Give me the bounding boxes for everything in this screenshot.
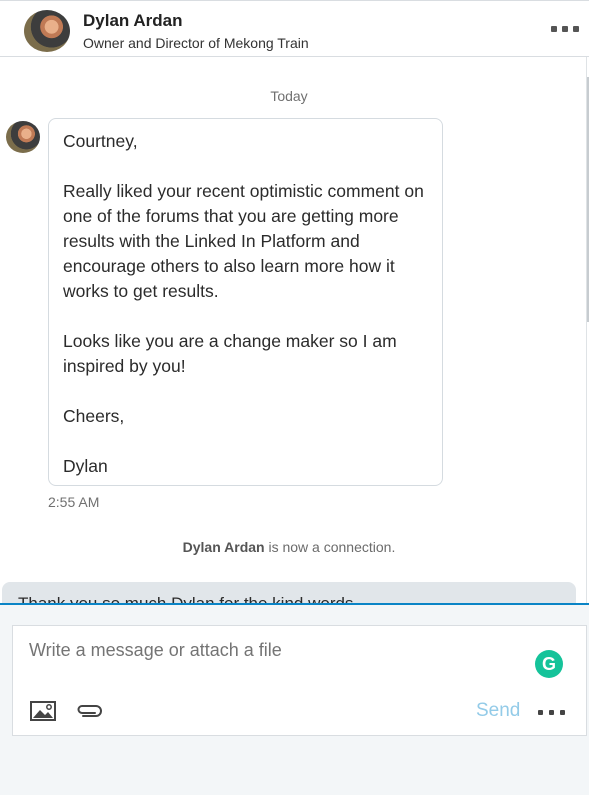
day-divider: Today bbox=[270, 88, 308, 104]
connection-notice: Dylan Ardan is now a connection. bbox=[0, 539, 578, 555]
message-paragraph: Looks like you are a change maker so I a… bbox=[63, 331, 397, 376]
connection-text: is now a connection. bbox=[264, 539, 396, 555]
composer-more-button[interactable] bbox=[538, 708, 565, 716]
more-dot bbox=[560, 709, 565, 715]
message-paragraph: Dylan bbox=[63, 456, 108, 476]
more-dot bbox=[551, 26, 557, 32]
grammarly-icon[interactable]: G bbox=[535, 650, 563, 678]
connection-name[interactable]: Dylan Ardan bbox=[183, 539, 265, 555]
more-dot bbox=[549, 709, 554, 715]
image-icon[interactable] bbox=[30, 700, 56, 722]
more-options-button[interactable] bbox=[551, 19, 579, 39]
message-thread[interactable]: Today Courtney, Really liked your recent… bbox=[0, 57, 586, 603]
message-input[interactable]: Write a message or attach a file bbox=[29, 640, 282, 661]
reply-text: Thank you so much Dylan for the kind wor… bbox=[18, 594, 368, 603]
reply-bubble: Thank you so much Dylan for the kind wor… bbox=[2, 582, 576, 603]
message-paragraph: Cheers, bbox=[63, 406, 125, 426]
message-timestamp: 2:55 AM bbox=[48, 494, 100, 510]
message-composer: Write a message or attach a file G Send bbox=[12, 625, 587, 736]
message-paragraph: Courtney, bbox=[63, 131, 138, 151]
conversation-header: Dylan Ardan Owner and Director of Mekong… bbox=[0, 0, 589, 57]
paperclip-icon[interactable] bbox=[74, 702, 104, 720]
composer-area: Write a message or attach a file G Send bbox=[0, 603, 589, 795]
contact-name[interactable]: Dylan Ardan bbox=[83, 11, 183, 31]
profile-avatar[interactable] bbox=[24, 10, 70, 52]
more-dot bbox=[573, 26, 579, 32]
more-dot bbox=[538, 709, 543, 715]
contact-headline: Owner and Director of Mekong Train bbox=[83, 35, 309, 51]
sender-avatar[interactable] bbox=[6, 121, 40, 153]
message-bubble: Courtney, Really liked your recent optim… bbox=[48, 118, 443, 486]
message-paragraph: Really liked your recent optimistic comm… bbox=[63, 181, 424, 301]
send-button[interactable]: Send bbox=[476, 700, 520, 722]
more-dot bbox=[562, 26, 568, 32]
